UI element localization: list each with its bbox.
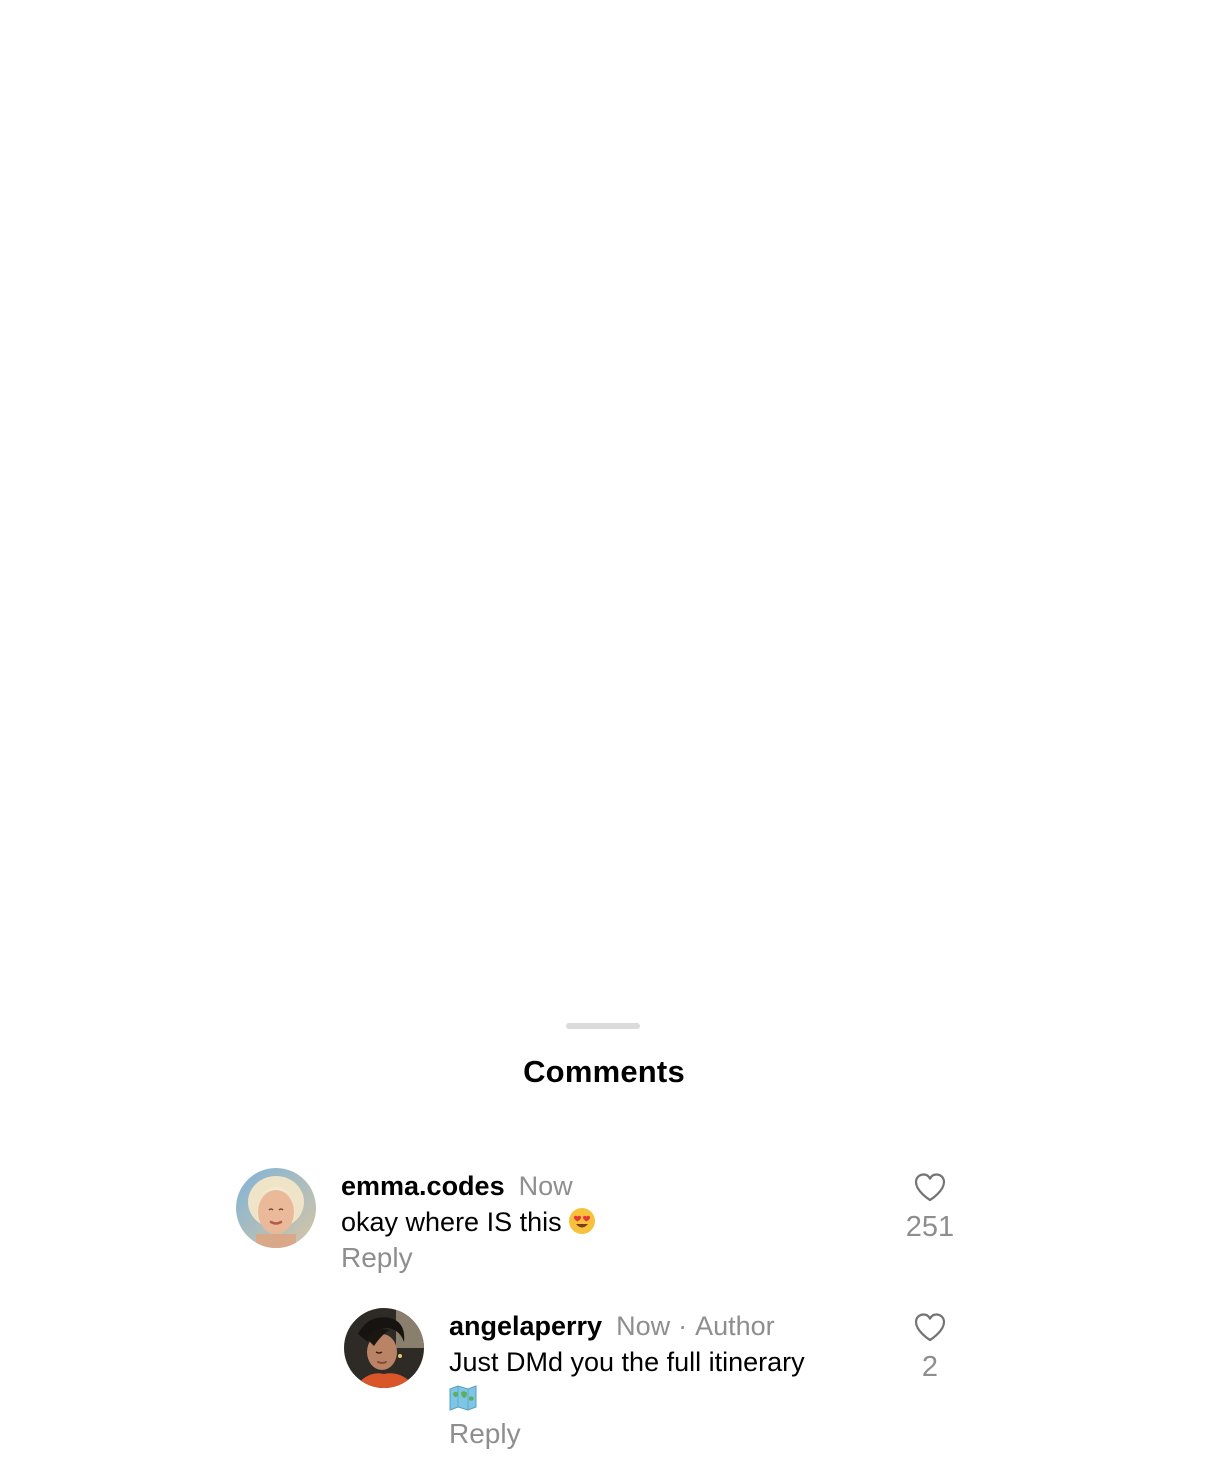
reply-username[interactable]: angelaperry [449,1311,602,1341]
like-count: 2 [921,1351,939,1383]
reply-item: angelaperry Now · Author Just DMd you the f… [0,1010,1208,1484]
author-badge: Author [695,1311,775,1341]
reply-meta: angelaperry Now · Author [449,1308,775,1344]
like-control: 2 [900,1311,960,1385]
reply-time: Now [616,1311,671,1341]
reply-text-row: Just DMd you the full itinerary [449,1344,869,1412]
world-map-emoji-icon [449,1384,869,1412]
comments-sheet: Comments emma.codes Now okay where IS th… [0,1010,1208,1484]
avatar[interactable] [344,1308,424,1388]
avatar-image [344,1308,424,1388]
reply-button[interactable]: Reply [449,1416,521,1452]
meta-separator: · [678,1311,688,1341]
heart-outline-icon[interactable] [913,1311,947,1343]
reply-text: Just DMd you the full itinerary [449,1347,805,1377]
